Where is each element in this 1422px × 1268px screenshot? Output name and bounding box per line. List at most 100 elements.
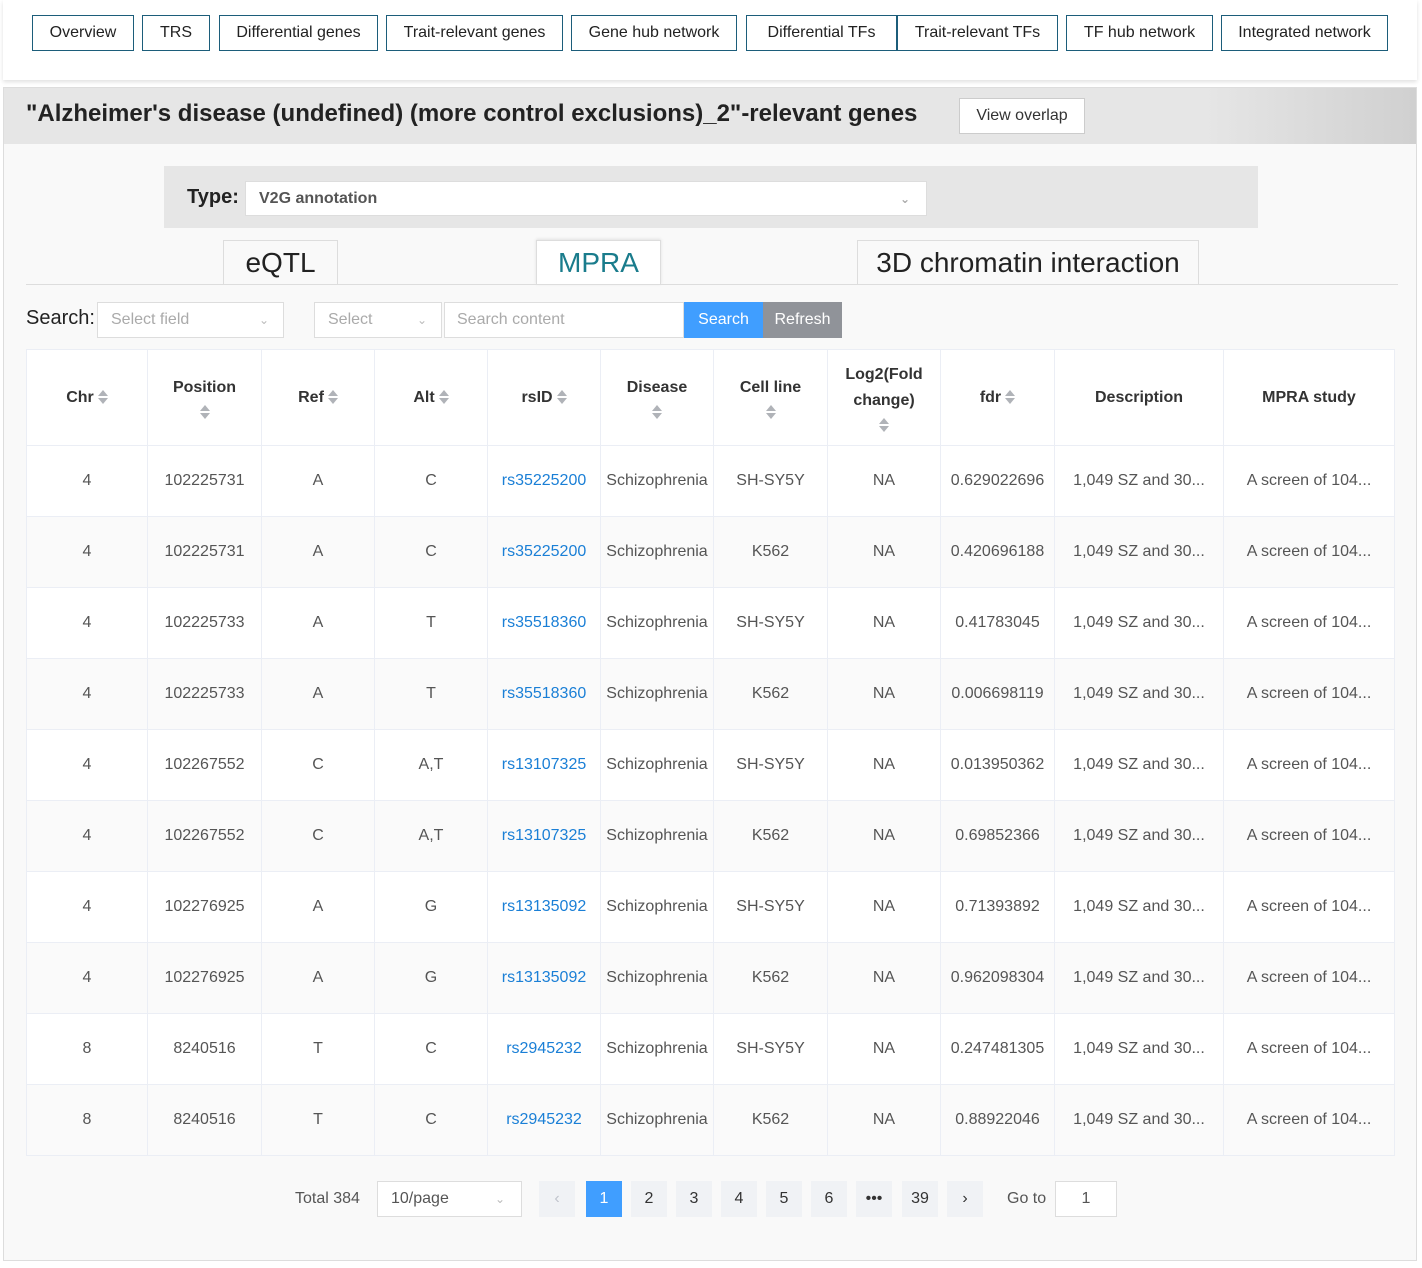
cell-alt: C	[374, 516, 488, 588]
cell-description: 1,049 SZ and 30...	[1054, 1084, 1224, 1156]
cell-position: 102225733	[147, 587, 262, 659]
cell-rsid[interactable]: rs13135092	[487, 942, 601, 1014]
table-row: 4 102225733 A Trs35518360 Schizophrenia K562 N…	[26, 658, 1395, 730]
column-header-position[interactable]: Position	[147, 349, 262, 446]
sort-icon[interactable]	[327, 388, 338, 406]
results-table: Chr Position Ref Alt rsID Disease Cell l…	[26, 349, 1395, 1156]
cell-rsid[interactable]: rs13135092	[487, 871, 601, 943]
page-button-6[interactable]: 6	[811, 1181, 847, 1217]
cell-chr: 4	[26, 942, 148, 1014]
sort-icon[interactable]	[556, 388, 567, 406]
search-label: Search:	[26, 307, 95, 329]
cell-cell-line: SH-SY5Y	[713, 871, 828, 943]
cell-alt: C	[374, 445, 488, 517]
sort-icon[interactable]	[199, 403, 210, 421]
cell-fdr: 0.013950362	[940, 729, 1055, 801]
search-content-input[interactable]	[444, 302, 684, 338]
column-header-disease[interactable]: Disease	[600, 349, 714, 446]
next-page-button[interactable]: ›	[947, 1181, 983, 1217]
cell-description: 1,049 SZ and 30...	[1054, 445, 1224, 517]
view-overlap-button[interactable]: View overlap	[959, 98, 1085, 134]
tab-eqtl[interactable]: eQTL	[223, 240, 338, 285]
nav-item-tf-hub-network[interactable]: TF hub network	[1066, 15, 1213, 51]
cell-rsid[interactable]: rs35225200	[487, 516, 601, 588]
refresh-button[interactable]: Refresh	[763, 302, 842, 338]
sort-icon[interactable]	[652, 403, 662, 421]
cell-rsid[interactable]: rs35518360	[487, 587, 601, 659]
cell-mpra-study: A screen of 104...	[1223, 871, 1395, 943]
cell-cell-line: SH-SY5Y	[713, 1013, 828, 1085]
cell-chr: 4	[26, 445, 148, 517]
page-ellipsis-button[interactable]: •••	[856, 1181, 892, 1217]
cell-disease: Schizophrenia	[600, 445, 714, 517]
cell-alt: T	[374, 587, 488, 659]
table-header-row: Chr Position Ref Alt rsID Disease Cell l…	[26, 349, 1395, 446]
cell-rsid[interactable]: rs2945232	[487, 1013, 601, 1085]
page-button-5[interactable]: 5	[766, 1181, 802, 1217]
pagination: Total 384 10/page ⌄ ‹ › Go to 123456••• 3…	[4, 1181, 1416, 1217]
nav-item-integrated-network[interactable]: Integrated network	[1221, 15, 1388, 51]
search-button[interactable]: Search	[684, 302, 763, 338]
page-button-1[interactable]: 1	[586, 1181, 622, 1217]
column-header-ref[interactable]: Ref	[261, 349, 375, 446]
page-button-3[interactable]: 3	[676, 1181, 712, 1217]
nav-item-differential-genes[interactable]: Differential genes	[219, 15, 378, 51]
cell-alt: G	[374, 871, 488, 943]
cell-ref: A	[261, 942, 375, 1014]
tab-3d-chromatin-interaction[interactable]: 3D chromatin interaction	[857, 240, 1199, 285]
cell-log2-fold-change: NA	[827, 516, 941, 588]
cell-rsid[interactable]: rs35518360	[487, 658, 601, 730]
column-header-chr[interactable]: Chr	[26, 349, 148, 446]
cell-rsid[interactable]: rs13107325	[487, 729, 601, 801]
sort-icon[interactable]	[879, 416, 889, 434]
nav-item-gene-hub-network[interactable]: Gene hub network	[571, 15, 737, 51]
sort-icon[interactable]	[97, 388, 108, 406]
sort-icon[interactable]	[438, 388, 449, 406]
column-header-fdr[interactable]: fdr	[940, 349, 1055, 446]
cell-disease: Schizophrenia	[600, 587, 714, 659]
cell-fdr: 0.71393892	[940, 871, 1055, 943]
nav-item-differential-tfs[interactable]: Differential TFs	[746, 15, 897, 51]
cell-rsid[interactable]: rs35225200	[487, 445, 601, 517]
page-title: "Alzheimer's disease (undefined) (more c…	[26, 100, 918, 127]
cell-cell-line: K562	[713, 516, 828, 588]
tab-mpra[interactable]: MPRA	[536, 240, 661, 285]
page-button-4[interactable]: 4	[721, 1181, 757, 1217]
page-button-39[interactable]: 39	[902, 1181, 938, 1217]
page-button-2[interactable]: 2	[631, 1181, 667, 1217]
cell-log2-fold-change: NA	[827, 1013, 941, 1085]
nav-item-trait-relevant-genes[interactable]: Trait-relevant genes	[386, 15, 563, 51]
select-field-placeholder: Select field	[111, 311, 190, 328]
column-header-alt[interactable]: Alt	[374, 349, 488, 446]
cell-mpra-study: A screen of 104...	[1223, 658, 1395, 730]
goto-page-input[interactable]	[1055, 1181, 1117, 1217]
sort-icon[interactable]	[765, 403, 776, 421]
cell-description: 1,049 SZ and 30...	[1054, 729, 1224, 801]
chevron-down-icon: ⌄	[899, 192, 910, 206]
cell-fdr: 0.420696188	[940, 516, 1055, 588]
prev-page-button[interactable]: ‹	[539, 1181, 575, 1217]
cell-chr: 4	[26, 871, 148, 943]
sort-icon[interactable]	[1005, 388, 1016, 406]
column-header-rsid[interactable]: rsID	[487, 349, 601, 446]
nav-item-overview[interactable]: Overview	[32, 15, 134, 51]
cell-chr: 4	[26, 729, 148, 801]
column-header-cell-line[interactable]: Cell line	[713, 349, 828, 446]
page-size-select[interactable]: 10/page ⌄	[377, 1181, 522, 1217]
cell-alt: C	[374, 1013, 488, 1085]
cell-log2-fold-change: NA	[827, 942, 941, 1014]
cell-rsid[interactable]: rs13107325	[487, 800, 601, 872]
cell-log2-fold-change: NA	[827, 800, 941, 872]
column-header-log2-fold-change[interactable]: Log2(Fold change)	[827, 349, 941, 446]
goto-label: Go to	[1007, 1190, 1047, 1207]
cell-rsid[interactable]: rs2945232	[487, 1084, 601, 1156]
cell-fdr: 0.69852366	[940, 800, 1055, 872]
cell-chr: 4	[26, 587, 148, 659]
nav-item-trs[interactable]: TRS	[142, 15, 210, 51]
select-field-dropdown[interactable]: Select field ⌄	[97, 302, 284, 338]
cell-cell-line: K562	[713, 942, 828, 1014]
select-operator-dropdown[interactable]: Select ⌄	[314, 302, 442, 338]
tabs-divider	[26, 284, 1398, 285]
nav-item-trait-relevant-tfs[interactable]: Trait-relevant TFs	[897, 15, 1058, 51]
type-select[interactable]: V2G annotation ⌄	[245, 181, 927, 216]
